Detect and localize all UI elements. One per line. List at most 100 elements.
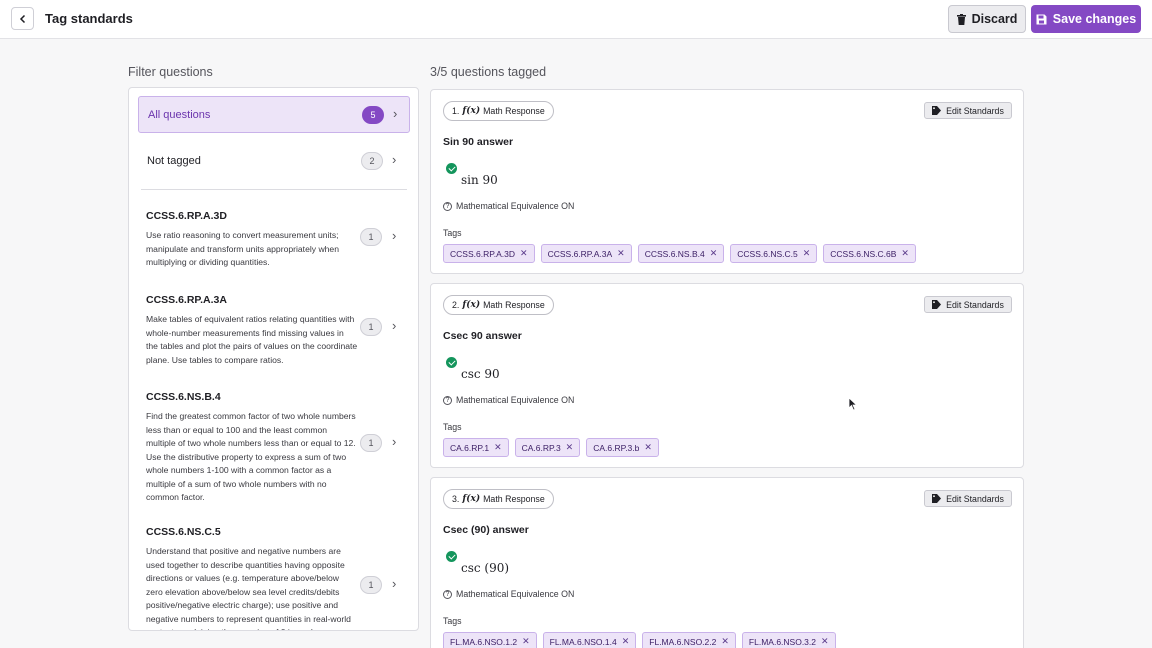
remove-tag-icon[interactable]: ✕	[494, 442, 502, 453]
standard-description: Find the greatest common factor of two w…	[146, 411, 356, 502]
standard-code: CCSS.6.NS.B.4	[146, 391, 221, 403]
tag-chip: FL.MA.6.NSO.3.2 ✕	[741, 632, 836, 648]
standard-description: Make tables of equivalent ratios relatin…	[146, 314, 358, 365]
tag-icon	[932, 300, 942, 309]
tag-label: FL.MA.6.NSO.1.4	[549, 636, 617, 647]
chevron-right-icon: ›	[393, 106, 398, 121]
equivalence-label: Mathematical Equivalence ON	[456, 589, 575, 599]
tags-list: FL.MA.6.NSO.1.2 ✕ FL.MA.6.NSO.1.4 ✕ FL.MA.…	[443, 632, 836, 648]
filter-standard-item[interactable]: CCSS.6.NS.B.4 Find the greatest common f…	[146, 391, 416, 505]
tag-label: CCSS.6.RP.A.3A	[547, 248, 613, 259]
tag-label: CCSS.6.NS.B.4	[644, 248, 705, 259]
equivalence-status: ? Mathematical Equivalence ON	[443, 395, 574, 405]
question-card: 1. f(x) Math Response Edit Standards Sin…	[430, 89, 1024, 274]
filter-label: Not tagged	[147, 155, 201, 167]
question-type: Math Response	[483, 106, 545, 116]
chevron-right-icon: ›	[392, 576, 397, 591]
question-card: 3. f(x) Math Response Edit Standards Cse…	[430, 477, 1024, 648]
help-circle-icon: ?	[443, 201, 452, 211]
equivalence-label: Mathematical Equivalence ON	[456, 201, 575, 211]
function-icon: f(x)	[462, 106, 481, 116]
tag-chip: CCSS.6.NS.C.6B ✕	[823, 244, 916, 263]
filter-standard-item[interactable]: CCSS.6.RP.A.3D Use ratio reasoning to co…	[146, 210, 416, 270]
filter-standard-item[interactable]: CCSS.6.NS.C.5 Understand that positive a…	[146, 526, 416, 630]
save-changes-button[interactable]: Save changes	[1031, 5, 1141, 33]
check-circle-icon	[446, 357, 457, 368]
save-label: Save changes	[1052, 12, 1137, 26]
function-icon: f(x)	[462, 494, 481, 504]
standard-description: Understand that positive and negative nu…	[146, 546, 351, 630]
tags-label: Tags	[443, 616, 462, 626]
filter-all-questions[interactable]: All questions 5 ›	[138, 96, 410, 133]
chevron-right-icon: ›	[392, 228, 397, 243]
remove-tag-icon[interactable]: ✕	[901, 248, 909, 259]
tag-label: CA.6.RP.3	[521, 442, 561, 453]
tags-list: CCSS.6.RP.A.3D ✕ CCSS.6.RP.A.3A ✕ CCSS.6.N…	[443, 244, 916, 263]
tag-chip: CA.6.RP.3 ✕	[514, 438, 581, 457]
tag-chip: CCSS.6.NS.B.4 ✕	[637, 244, 725, 263]
question-type: Math Response	[483, 494, 545, 504]
chevron-right-icon: ›	[392, 318, 397, 333]
edit-standards-label: Edit Standards	[946, 493, 1004, 504]
question-title: Csec 90 answer	[443, 330, 522, 342]
tag-label: CA.6.RP.3.b	[593, 442, 640, 453]
tag-chip: CCSS.6.RP.A.3A ✕	[540, 244, 632, 263]
tag-label: FL.MA.6.NSO.1.2	[450, 636, 518, 647]
tag-icon	[932, 106, 942, 115]
answer-math: csc 90	[461, 367, 500, 381]
tag-chip: CCSS.6.NS.C.5 ✕	[730, 244, 818, 263]
question-card: 2. f(x) Math Response Edit Standards Cse…	[430, 283, 1024, 468]
edit-standards-button[interactable]: Edit Standards	[924, 296, 1012, 313]
filter-not-tagged[interactable]: Not tagged 2 ›	[138, 143, 410, 180]
discard-button[interactable]: Discard	[948, 5, 1026, 33]
edit-standards-label: Edit Standards	[946, 299, 1004, 310]
check-circle-icon	[446, 551, 457, 562]
save-icon	[1036, 14, 1047, 24]
page-title: Tag standards	[45, 11, 133, 26]
edit-standards-button[interactable]: Edit Standards	[924, 490, 1012, 507]
question-type-pill: 1. f(x) Math Response	[443, 101, 554, 121]
remove-tag-icon[interactable]: ✕	[520, 248, 528, 259]
help-circle-icon: ?	[443, 589, 452, 599]
tag-chip: FL.MA.6.NSO.1.4 ✕	[542, 632, 637, 648]
remove-tag-icon[interactable]: ✕	[644, 442, 652, 453]
question-type-pill: 2. f(x) Math Response	[443, 295, 554, 315]
tag-label: CA.6.RP.1	[450, 442, 490, 453]
discard-label: Discard	[971, 12, 1018, 26]
filter-panel: All questions 5 › Not tagged 2 › CCSS.6.…	[128, 87, 419, 631]
tag-label: FL.MA.6.NSO.3.2	[748, 636, 817, 647]
tag-chip: CA.6.RP.1 ✕	[443, 438, 509, 457]
filter-standard-item[interactable]: CCSS.6.RP.A.3A Make tables of equivalent…	[146, 294, 416, 367]
remove-tag-icon[interactable]: ✕	[803, 248, 811, 259]
remove-tag-icon[interactable]: ✕	[821, 636, 829, 647]
function-icon: f(x)	[462, 300, 481, 310]
mouse-cursor-icon	[848, 397, 858, 411]
divider	[141, 189, 407, 190]
tag-label: CCSS.6.NS.C.5	[737, 248, 798, 259]
back-button[interactable]	[11, 7, 34, 30]
filter-label: All questions	[148, 109, 211, 121]
remove-tag-icon[interactable]: ✕	[622, 636, 630, 647]
tag-label: FL.MA.6.NSO.2.2	[649, 636, 717, 647]
chevron-right-icon: ›	[392, 434, 397, 449]
question-title: Csec (90) answer	[443, 524, 529, 536]
remove-tag-icon[interactable]: ✕	[617, 248, 625, 259]
count-badge: 1	[360, 228, 382, 246]
tag-icon	[932, 494, 942, 503]
remove-tag-icon[interactable]: ✕	[522, 636, 530, 647]
answer-math: csc (90)	[461, 561, 510, 575]
tags-label: Tags	[443, 228, 462, 238]
standard-code: CCSS.6.RP.A.3A	[146, 294, 227, 306]
equivalence-label: Mathematical Equivalence ON	[456, 395, 575, 405]
count-badge: 1	[360, 576, 382, 594]
tags-label: Tags	[443, 422, 462, 432]
remove-tag-icon[interactable]: ✕	[566, 442, 574, 453]
count-badge: 1	[360, 318, 382, 336]
edit-standards-button[interactable]: Edit Standards	[924, 102, 1012, 119]
question-number: 3.	[452, 494, 460, 504]
remove-tag-icon[interactable]: ✕	[721, 636, 729, 647]
tag-label: CCSS.6.RP.A.3D	[450, 248, 516, 259]
remove-tag-icon[interactable]: ✕	[710, 248, 718, 259]
question-number: 2.	[452, 300, 460, 310]
help-circle-icon: ?	[443, 395, 452, 405]
